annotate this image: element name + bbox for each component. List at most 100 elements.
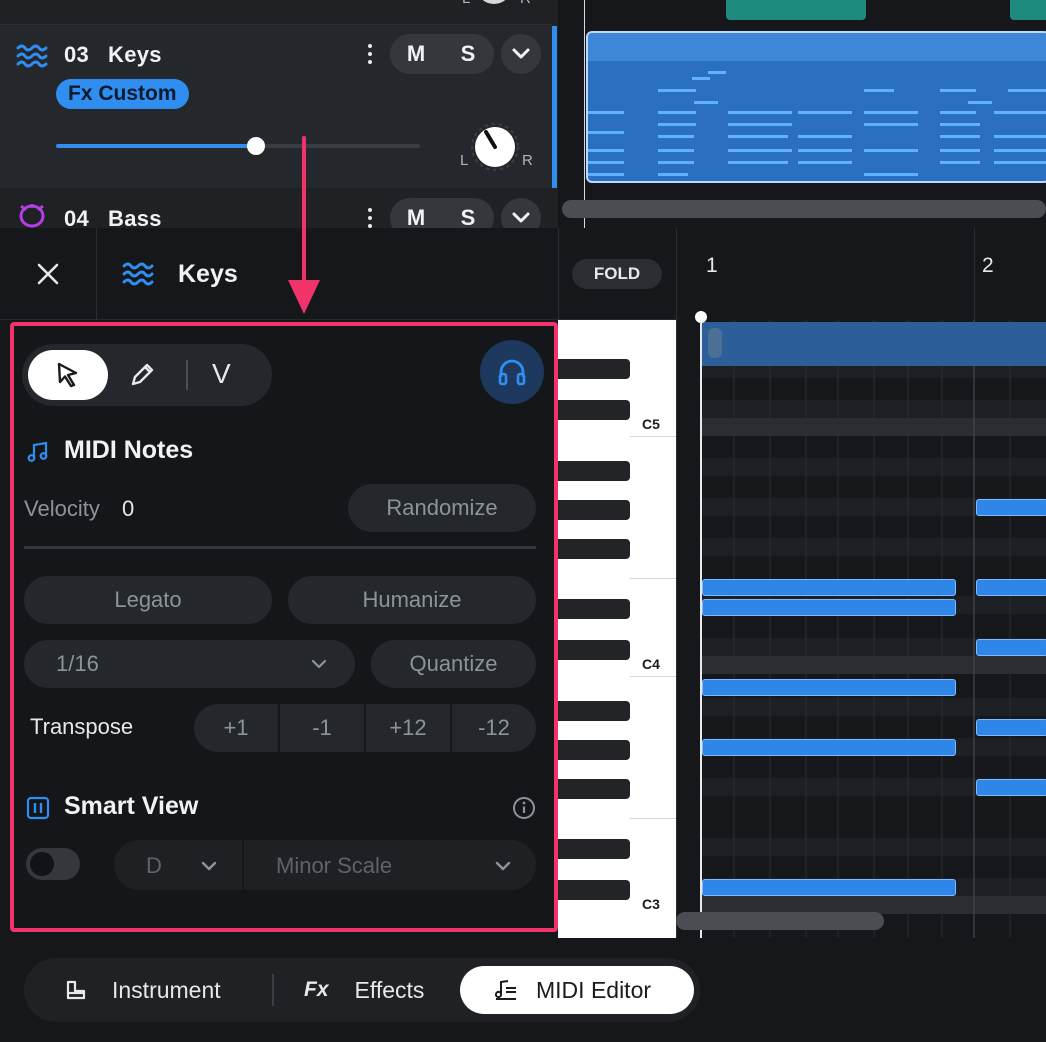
arrangement-scrollbar[interactable] bbox=[562, 200, 1046, 218]
black-key[interactable] bbox=[558, 640, 630, 660]
playhead-handle[interactable] bbox=[695, 311, 707, 323]
track-keys[interactable]: 03 Keys M S Fx Custom L R bbox=[0, 26, 557, 188]
black-key[interactable] bbox=[558, 599, 630, 619]
mute-button[interactable]: M bbox=[390, 34, 442, 74]
fx-custom-badge[interactable]: Fx Custom bbox=[56, 79, 189, 109]
close-icon[interactable] bbox=[36, 262, 60, 291]
track-menu-icon[interactable] bbox=[366, 208, 374, 228]
solo-button[interactable]: S bbox=[442, 34, 494, 74]
pencil-tool-button[interactable] bbox=[126, 359, 158, 391]
prev-track-pan-right: R bbox=[520, 0, 531, 7]
transpose-minus-1-button[interactable]: -1 bbox=[280, 704, 366, 752]
velocity-slider-track[interactable] bbox=[24, 546, 536, 549]
transpose-plus-12-button[interactable]: +12 bbox=[366, 704, 452, 752]
grid-resolution-select[interactable]: 1/16 bbox=[24, 640, 355, 688]
transpose-plus-1-button[interactable]: +1 bbox=[194, 704, 280, 752]
scale-selector: D Minor Scale bbox=[114, 840, 536, 890]
chevron-down-icon bbox=[311, 659, 327, 669]
midi-note[interactable] bbox=[702, 579, 956, 596]
keys-midi-clip[interactable] bbox=[586, 31, 1046, 183]
track-number: 03 bbox=[64, 42, 90, 67]
quantize-button[interactable]: Quantize bbox=[371, 640, 536, 688]
track-expand-button[interactable] bbox=[501, 34, 541, 74]
scale-value: Minor Scale bbox=[276, 853, 393, 878]
transpose-minus-12-button[interactable]: -12 bbox=[452, 704, 536, 752]
midi-note[interactable] bbox=[976, 499, 1046, 516]
humanize-button[interactable]: Humanize bbox=[288, 576, 536, 624]
fold-button[interactable]: FOLD bbox=[572, 259, 662, 289]
piano-roll-grid[interactable]: 1 2 bbox=[676, 228, 1046, 938]
arrangement-view bbox=[558, 0, 1046, 228]
black-key[interactable] bbox=[558, 779, 630, 799]
loop-start-handle[interactable] bbox=[708, 328, 722, 358]
note-header-strip bbox=[702, 322, 1046, 366]
midi-note[interactable] bbox=[702, 599, 956, 616]
piano-keyboard[interactable]: C5 C4 C3 bbox=[558, 320, 676, 938]
black-key[interactable] bbox=[558, 539, 630, 559]
midi-note[interactable] bbox=[702, 679, 956, 696]
track-menu-icon[interactable] bbox=[366, 44, 374, 64]
velocity-tool-button[interactable]: V bbox=[212, 358, 231, 390]
midi-notes-title: MIDI Notes bbox=[64, 436, 194, 464]
smart-view-title: Smart View bbox=[64, 792, 199, 820]
black-key[interactable] bbox=[558, 461, 630, 481]
tab-midi-editor-label: MIDI Editor bbox=[536, 976, 652, 1003]
midi-note[interactable] bbox=[976, 639, 1046, 656]
tab-effects-label: Effects bbox=[354, 976, 425, 1003]
black-key[interactable] bbox=[558, 500, 630, 520]
midi-note[interactable] bbox=[702, 739, 956, 756]
c5-label: C5 bbox=[642, 416, 660, 432]
prev-track-pan-left: L bbox=[462, 0, 470, 7]
midi-note[interactable] bbox=[976, 719, 1046, 736]
listen-toggle-button[interactable] bbox=[480, 340, 544, 404]
white-key-separator bbox=[630, 578, 676, 579]
piano-icon bbox=[66, 980, 86, 1000]
track-name[interactable]: Keys bbox=[108, 42, 162, 68]
arrangement-clip[interactable] bbox=[726, 0, 866, 20]
grid-resolution-value: 1/16 bbox=[56, 651, 99, 676]
waves-icon bbox=[122, 260, 154, 293]
black-key[interactable] bbox=[558, 701, 630, 721]
midi-note[interactable] bbox=[976, 579, 1046, 596]
black-key[interactable] bbox=[558, 359, 630, 379]
tab-midi-editor[interactable]: MIDI Editor bbox=[460, 966, 694, 1014]
pencil-icon bbox=[131, 363, 154, 386]
randomize-button[interactable]: Randomize bbox=[348, 484, 536, 532]
info-icon[interactable] bbox=[512, 796, 536, 825]
pan-left-label: L bbox=[460, 152, 469, 169]
select-tool-button[interactable] bbox=[28, 350, 108, 400]
pan-right-label: R bbox=[522, 152, 533, 169]
smart-view-toggle[interactable] bbox=[26, 848, 80, 880]
black-key[interactable] bbox=[558, 400, 630, 420]
track-bass[interactable]: 04 Bass M S bbox=[0, 190, 552, 238]
volume-slider-fill bbox=[56, 144, 257, 148]
playhead-line bbox=[584, 0, 585, 228]
velocity-value[interactable]: 0 bbox=[122, 496, 134, 522]
fx-icon: Fx bbox=[304, 978, 329, 1001]
tab-divider bbox=[272, 974, 274, 1006]
headphones-icon bbox=[498, 359, 526, 386]
pan-knob[interactable] bbox=[470, 122, 520, 172]
smart-view-icon bbox=[26, 796, 50, 825]
track-selected-indicator bbox=[552, 26, 557, 188]
black-key[interactable] bbox=[558, 740, 630, 760]
tab-instrument[interactable]: Instrument bbox=[64, 966, 221, 1014]
header-divider bbox=[96, 228, 97, 320]
black-key[interactable] bbox=[558, 839, 630, 859]
grid-lines bbox=[702, 320, 1046, 938]
white-key-separator bbox=[630, 676, 676, 677]
black-key[interactable] bbox=[558, 880, 630, 900]
arrangement-clip[interactable] bbox=[1010, 0, 1046, 20]
scale-select[interactable]: Minor Scale bbox=[244, 840, 536, 890]
prev-track-pan-knob[interactable] bbox=[476, 0, 512, 4]
volume-slider[interactable] bbox=[56, 137, 420, 155]
midi-note[interactable] bbox=[976, 779, 1046, 796]
legato-button[interactable]: Legato bbox=[24, 576, 272, 624]
volume-slider-thumb[interactable] bbox=[247, 137, 266, 155]
midi-note[interactable] bbox=[702, 879, 956, 896]
tab-effects[interactable]: Fx Effects bbox=[304, 966, 424, 1014]
key-select[interactable]: D bbox=[114, 840, 242, 890]
piano-roll-scrollbar[interactable] bbox=[676, 912, 884, 930]
track-divider bbox=[0, 24, 552, 25]
bar-number-2: 2 bbox=[982, 254, 994, 277]
